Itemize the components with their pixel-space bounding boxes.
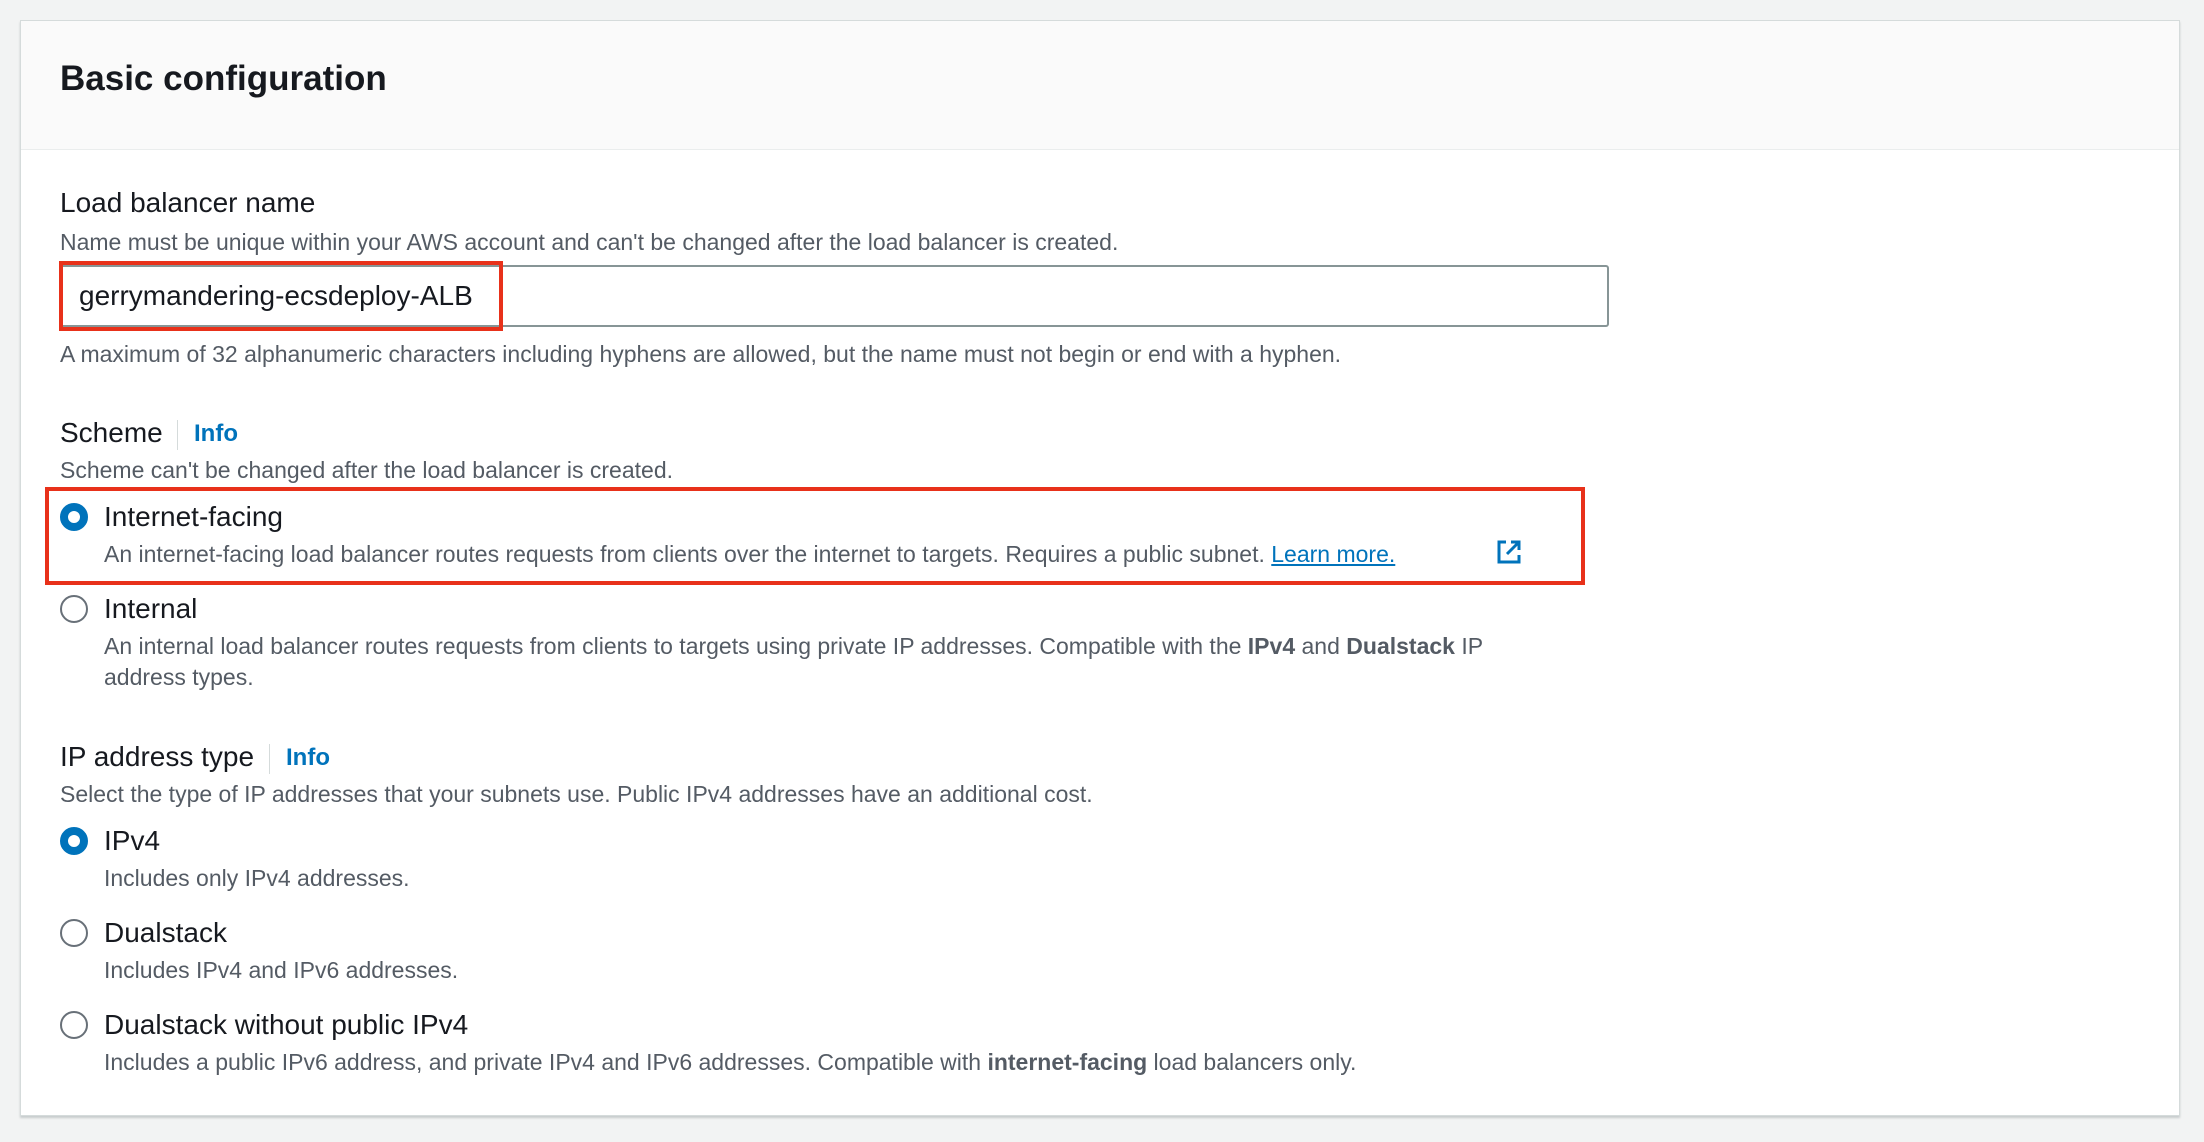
internet-facing-radio[interactable] [60, 503, 88, 531]
scheme-description: Scheme can't be changed after the load b… [60, 457, 674, 483]
scheme-label: Scheme [60, 417, 163, 448]
learn-more-link[interactable]: Learn more. [1271, 541, 1395, 567]
internet-facing-label[interactable]: Internet-facing [104, 501, 283, 533]
internal-description-line2: address types. [104, 664, 254, 690]
ipv4-description: Includes only IPv4 addresses. [104, 865, 410, 891]
ip-type-info-link[interactable]: Info [286, 744, 330, 772]
internet-facing-description: An internet-facing load balancer routes … [104, 541, 1396, 567]
section-title: Basic configuration [60, 59, 387, 98]
ip-type-description: Select the type of IP addresses that you… [60, 781, 1093, 807]
load-balancer-name-input[interactable] [60, 265, 1609, 327]
external-link-icon[interactable] [1494, 537, 1524, 567]
internal-radio[interactable] [60, 595, 88, 623]
dualstack-without-public-ipv4-radio[interactable] [60, 1011, 88, 1039]
load-balancer-name-label: Load balancer name [60, 187, 316, 218]
panel-header: Basic configuration [21, 21, 2179, 150]
dualstack-without-public-ipv4-description: Includes a public IPv6 address, and priv… [104, 1049, 1357, 1075]
dualstack-without-public-ipv4-label[interactable]: Dualstack without public IPv4 [104, 1009, 468, 1041]
basic-configuration-panel: Basic configuration Load balancer name N… [20, 20, 2180, 1116]
load-balancer-name-description: Name must be unique within your AWS acco… [60, 229, 1119, 255]
scheme-info-link[interactable]: Info [194, 420, 238, 448]
dualstack-radio[interactable] [60, 919, 88, 947]
load-balancer-name-constraint: A maximum of 32 alphanumeric characters … [60, 341, 1342, 367]
ipv4-radio[interactable] [60, 827, 88, 855]
scheme-info-divider [177, 420, 178, 450]
dualstack-description: Includes IPv4 and IPv6 addresses. [104, 957, 459, 983]
ip-type-info-divider [269, 744, 270, 774]
ipv4-label[interactable]: IPv4 [104, 825, 160, 857]
ip-address-type-label: IP address type [60, 741, 255, 772]
internal-description: An internal load balancer routes request… [104, 633, 1484, 659]
internal-label[interactable]: Internal [104, 593, 197, 625]
dualstack-label[interactable]: Dualstack [104, 917, 227, 949]
